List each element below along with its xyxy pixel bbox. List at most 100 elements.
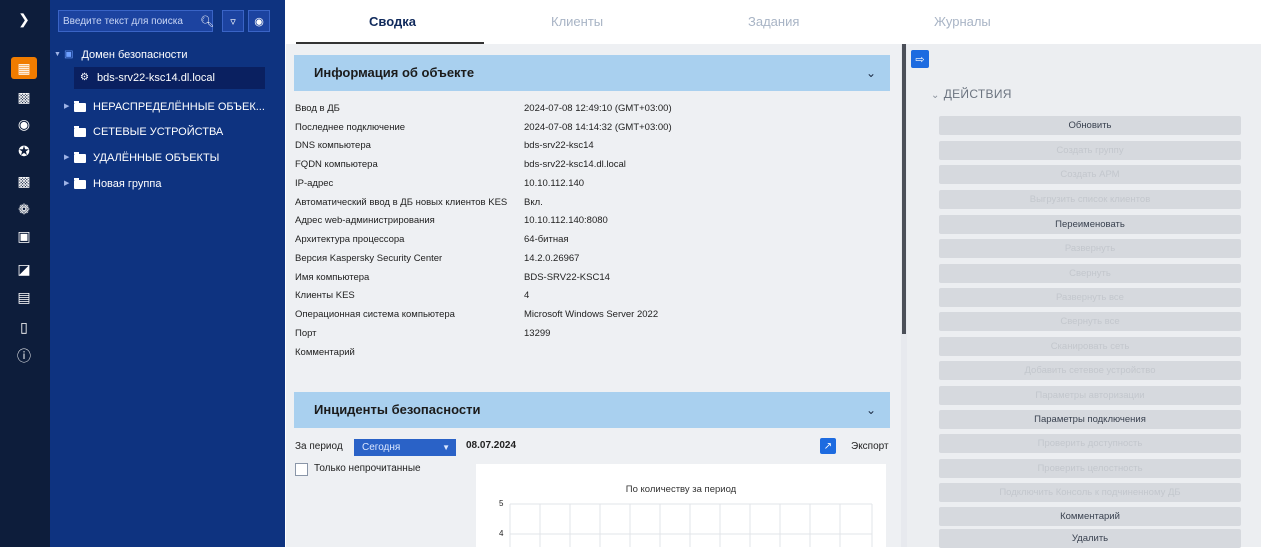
expand-arrow-icon[interactable]: ▶ bbox=[64, 96, 74, 118]
rename-button[interactable]: Переименовать bbox=[939, 215, 1241, 234]
info-row: Имя компьютера BDS-SRV22-KSC14 bbox=[295, 272, 610, 283]
connect-console-button[interactable]: Подключить Консоль к подчиненному ДБ bbox=[939, 483, 1241, 502]
settings-icon[interactable]: ❁ bbox=[11, 198, 37, 220]
info-row: Версия Kaspersky Security Center 14.2.0.2… bbox=[295, 253, 580, 264]
search-input[interactable]: Введите текст для поиска bbox=[58, 10, 213, 32]
tree-item-unassigned[interactable]: ▶ НЕРАСПРЕДЕЛЁННЫЕ ОБЪЕК... bbox=[64, 96, 265, 118]
connection-settings-button[interactable]: Параметры подключения bbox=[939, 410, 1241, 429]
object-tree-panel: Введите текст для поиска 🔍︎ ▿ ◉ ▼ ▣ Доме… bbox=[50, 0, 285, 547]
section-title: Информация об объекте bbox=[314, 65, 475, 80]
info-icon[interactable]: ⓘ bbox=[11, 345, 37, 367]
export-link[interactable]: Экспорт bbox=[851, 441, 889, 452]
period-select[interactable]: Сегодня ▼ bbox=[354, 439, 456, 456]
info-row: Архитектура процессора 64-битная bbox=[295, 234, 569, 245]
tree-item-label: НЕРАСПРЕДЕЛЁННЫЕ ОБЪЕК... bbox=[93, 101, 265, 113]
expand-arrow-icon[interactable]: ▶ bbox=[64, 147, 74, 169]
period-value: Сегодня bbox=[362, 442, 401, 453]
comment-button[interactable]: Комментарий bbox=[939, 507, 1241, 526]
screen-icon[interactable]: ▤ bbox=[11, 286, 37, 308]
unread-label: Только непрочитанные bbox=[314, 463, 421, 474]
period-date: 08.07.2024 bbox=[466, 440, 517, 451]
refresh-button[interactable]: Обновить bbox=[939, 116, 1241, 135]
incidents-chart: По количеству за период 5 4 bbox=[476, 464, 886, 547]
scrollbar-thumb[interactable] bbox=[902, 44, 906, 334]
view-icon[interactable]: ◉ bbox=[248, 10, 270, 32]
incidents-header[interactable]: Инциденты безопасности ⌄ bbox=[294, 392, 890, 428]
document-icon[interactable]: ▯ bbox=[11, 316, 37, 338]
y-tick-label: 5 bbox=[499, 499, 504, 508]
create-group-button[interactable]: Создать группу bbox=[939, 141, 1241, 160]
filter-icon[interactable]: ▿ bbox=[222, 10, 244, 32]
export-icon[interactable]: ↗ bbox=[820, 438, 836, 454]
collapse-all-button[interactable]: Свернуть все bbox=[939, 312, 1241, 331]
collapse-button[interactable]: Свернуть bbox=[939, 264, 1241, 283]
export-clients-button[interactable]: Выгрузить список клиентов bbox=[939, 190, 1241, 209]
report-icon[interactable]: ◪ bbox=[11, 258, 37, 280]
expand-arrow-icon[interactable]: ▶ bbox=[64, 173, 74, 195]
scan-network-button[interactable]: Сканировать сеть bbox=[939, 337, 1241, 356]
tab-logs[interactable]: Журналы bbox=[934, 14, 991, 29]
domain-icon: ▣ bbox=[64, 49, 74, 60]
info-row: Последнее подключение 2024-07-08 14:14:32… bbox=[295, 122, 672, 133]
y-tick-label: 4 bbox=[499, 529, 504, 538]
folder-icon bbox=[74, 100, 86, 112]
check-availability-button[interactable]: Проверить доступность bbox=[939, 434, 1241, 453]
chevron-down-icon[interactable]: ⌄ bbox=[866, 55, 876, 91]
info-row: Адрес web-администрирования 10.10.112.140… bbox=[295, 215, 608, 226]
expand-chevron-icon[interactable]: ❯ bbox=[11, 8, 37, 30]
chevron-down-icon[interactable]: ⌄ bbox=[866, 392, 876, 428]
info-row: DNS компьютера bds-srv22-ksc14 bbox=[295, 140, 594, 151]
chart-grid bbox=[509, 503, 873, 547]
create-workstation-button[interactable]: Создать АРМ bbox=[939, 165, 1241, 184]
icon-rail: ❯ ▦ ▩ ◉ ✪ ▩ ❁ ▣ ◪ ▤ ▯ ⓘ bbox=[0, 0, 50, 547]
section-title: Инциденты безопасности bbox=[314, 402, 481, 417]
network-icon[interactable]: ✪ bbox=[11, 140, 37, 162]
info-row: Автоматический ввод в ДБ новых клиентов … bbox=[295, 197, 543, 208]
delete-button[interactable]: Удалить bbox=[939, 529, 1241, 548]
chevron-down-icon: ▼ bbox=[442, 443, 450, 452]
tree-item-server[interactable]: ⚙ bds-srv22-ksc14.dl.local bbox=[74, 67, 265, 89]
info-row: IP-адрес 10.10.112.140 bbox=[295, 178, 585, 189]
search-icon[interactable]: 🔍︎ bbox=[196, 10, 218, 32]
tree-item-domain[interactable]: ▼ ▣ Домен безопасности bbox=[54, 44, 283, 66]
tree-item-label: СЕТЕВЫЕ УСТРОЙСТВА bbox=[93, 126, 224, 138]
chevron-down-icon: ⌄ bbox=[931, 90, 940, 101]
tab-clients[interactable]: Клиенты bbox=[551, 14, 603, 29]
auth-settings-button[interactable]: Параметры авторизации bbox=[939, 386, 1241, 405]
info-row: Ввод в ДБ 2024-07-08 12:49:10 (GMT+03:00) bbox=[295, 103, 672, 114]
devices-icon[interactable]: ▩ bbox=[11, 170, 37, 192]
server-icon: ⚙ bbox=[80, 72, 89, 83]
collapse-panel-icon[interactable]: ⇨ bbox=[911, 50, 929, 68]
tree-item-network-devices[interactable]: СЕТЕВЫЕ УСТРОЙСТВА bbox=[74, 121, 223, 143]
expand-button[interactable]: Развернуть bbox=[939, 239, 1241, 258]
tree-item-label: УДАЛЁННЫЕ ОБЪЕКТЫ bbox=[93, 152, 220, 164]
actions-title-label: ДЕЙСТВИЯ bbox=[943, 87, 1012, 101]
add-network-device-button[interactable]: Добавить сетевое устройство bbox=[939, 361, 1241, 380]
collapse-arrow-icon[interactable]: ▼ bbox=[54, 44, 64, 66]
folder-icon bbox=[74, 125, 86, 137]
tab-tasks[interactable]: Задания bbox=[748, 14, 799, 29]
actions-panel: ⇨ ⌄ ДЕЙСТВИЯ Обновить Создать группу Созд… bbox=[907, 44, 1261, 548]
info-row: Порт 13299 bbox=[295, 328, 551, 339]
tree-item-label: bds-srv22-ksc14.dl.local bbox=[96, 72, 215, 84]
check-integrity-button[interactable]: Проверить целостность bbox=[939, 459, 1241, 478]
object-info-header[interactable]: Информация об объекте ⌄ bbox=[294, 55, 890, 91]
tree-item-new-group[interactable]: ▶ Новая группа bbox=[64, 173, 161, 195]
unread-checkbox[interactable] bbox=[295, 463, 308, 476]
shield-icon[interactable]: ◉ bbox=[11, 113, 37, 135]
tree-item-label: Домен безопасности bbox=[81, 49, 188, 61]
info-row: FQDN компьютера bds-srv22-ksc14.dl.local bbox=[295, 159, 626, 170]
tab-summary[interactable]: Сводка bbox=[369, 14, 416, 29]
folder-icon bbox=[74, 151, 86, 163]
monitor-icon[interactable]: ▣ bbox=[11, 225, 37, 247]
actions-title[interactable]: ⌄ ДЕЙСТВИЯ bbox=[931, 87, 1012, 101]
folder-icon bbox=[74, 177, 86, 189]
info-row: Клиенты KES 4 bbox=[295, 290, 530, 301]
tree-item-label: Новая группа bbox=[93, 178, 162, 190]
info-row: Операционная система компьютера Microsoft… bbox=[295, 309, 659, 320]
expand-all-button[interactable]: Развернуть все bbox=[939, 288, 1241, 307]
dashboard-icon[interactable]: ▦ bbox=[11, 57, 37, 79]
info-row: Комментарий bbox=[295, 347, 355, 358]
computers-icon[interactable]: ▩ bbox=[11, 86, 37, 108]
tree-item-deleted[interactable]: ▶ УДАЛЁННЫЕ ОБЪЕКТЫ bbox=[64, 147, 219, 169]
